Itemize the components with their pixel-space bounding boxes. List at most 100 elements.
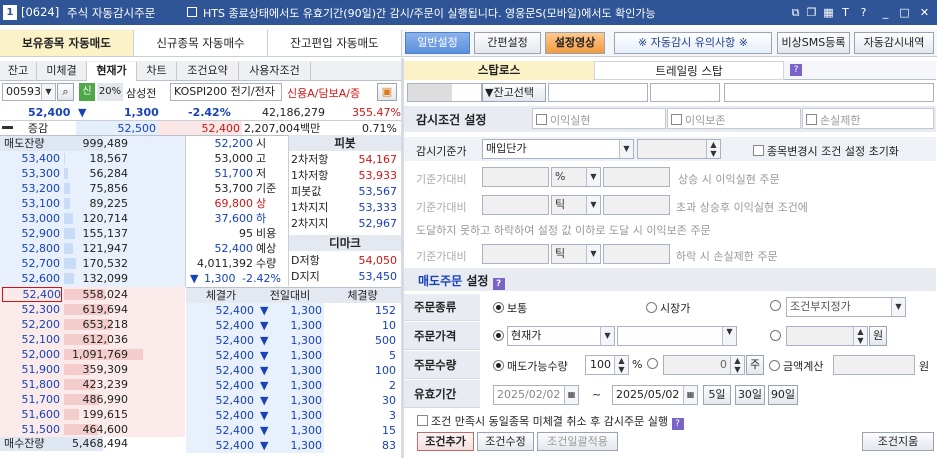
- pivot-label: 1차지지: [291, 201, 329, 214]
- order-price-sub-select[interactable]: ▼: [617, 326, 737, 346]
- r2-unit-select[interactable]: 틱 ▼: [551, 195, 601, 215]
- shares-button[interactable]: 주: [746, 355, 764, 375]
- order-price-select[interactable]: 현재가 ▼: [507, 326, 615, 346]
- delete-condition-button[interactable]: 조건지움: [862, 432, 934, 451]
- period-5d-button[interactable]: 5일: [703, 385, 731, 405]
- cancel-unfilled-checkbox[interactable]: 조건 만족시 동일종목 미체결 취소 후 감시주문 실행 ?: [417, 413, 684, 430]
- account-field-3[interactable]: [724, 83, 934, 102]
- tab-holding-auto-sell[interactable]: 보유종목 자동매도: [0, 30, 134, 56]
- subtab-user-condition[interactable]: 사용자조건: [239, 62, 311, 80]
- date-to-input[interactable]: 2025/05/02 ▦: [612, 385, 698, 405]
- r3-amount[interactable]: [603, 244, 670, 264]
- buy-total: 5,468,494: [72, 437, 128, 450]
- auto-watch-history-button[interactable]: 자동감시내역: [854, 32, 934, 54]
- credit-tag: 신: [79, 83, 95, 101]
- restore-icon[interactable]: ❐: [804, 5, 819, 20]
- info-value: 95: [239, 227, 253, 240]
- r2-amount[interactable]: [603, 195, 670, 215]
- subtab-balance[interactable]: 잔고: [0, 62, 37, 80]
- notice-square-icon: [187, 7, 197, 17]
- search-icon[interactable]: ⌕: [57, 83, 74, 101]
- order-help-icon[interactable]: ?: [492, 278, 505, 290]
- r2-value[interactable]: [482, 195, 549, 215]
- cancel-help-icon[interactable]: ?: [671, 418, 684, 430]
- subtab-condition-summary[interactable]: 조건요약: [177, 62, 239, 80]
- tab-new-auto-buy[interactable]: 신규종목 자동매수: [134, 30, 268, 56]
- qty-amount-radio[interactable]: 금액계산: [769, 358, 823, 374]
- stoploss-checkbox[interactable]: 손실제한: [802, 108, 934, 129]
- help-icon[interactable]: ?: [856, 5, 871, 20]
- tab-balance-auto-sell[interactable]: 잔고편입 자동매도: [268, 30, 402, 56]
- font-icon[interactable]: T: [838, 5, 853, 20]
- balance-select-button[interactable]: ▼잔고선택: [482, 83, 546, 102]
- subtab-unfilled[interactable]: 미체결: [37, 62, 87, 80]
- ask-qty: 155,137: [82, 227, 129, 240]
- stop-help-icon[interactable]: ?: [790, 64, 802, 76]
- qty-sellable-radio[interactable]: 매도가능수량: [493, 358, 568, 374]
- qty-shares-radio[interactable]: [647, 358, 661, 371]
- add-condition-button[interactable]: 조건추가: [417, 432, 474, 451]
- order-price-manual-input[interactable]: ▲ ▼: [786, 326, 868, 346]
- profit-checkbox[interactable]: 이익실현: [532, 108, 666, 129]
- close-icon[interactable]: ✕: [917, 5, 932, 20]
- batch-apply-button[interactable]: 조건일괄적용: [537, 432, 618, 451]
- trade-qty: 30: [382, 394, 396, 407]
- order-type-conditional-radio[interactable]: [770, 300, 784, 313]
- subtab-chart[interactable]: 차트: [137, 62, 177, 80]
- normal-settings-button[interactable]: 일반설정: [405, 32, 470, 54]
- account-field-2[interactable]: [650, 83, 720, 102]
- reset-checkbox[interactable]: 종목변경시 조건 설정 초기화: [753, 143, 899, 159]
- stock-code-input[interactable]: 005930 ▼: [2, 83, 56, 101]
- notice-text: HTS 종료상태에서도 유효기간(90일)간 감시/주문이 실행됩니다. 영웅문…: [203, 7, 656, 20]
- account-field-1[interactable]: [548, 83, 648, 102]
- settings-video-button[interactable]: 설정영상: [545, 32, 605, 54]
- order-type-market[interactable]: 시장가: [646, 300, 690, 316]
- caution-button[interactable]: ※ 자동감시 유의사항 ※: [614, 32, 772, 54]
- info-value: 52,400: [214, 242, 254, 255]
- simple-settings-button[interactable]: 간편설정: [474, 32, 541, 54]
- bid-qty: 199,615: [82, 408, 129, 421]
- base-price-spinner[interactable]: ▲ ▼: [637, 139, 721, 159]
- calendar-icon: ▦: [564, 386, 578, 404]
- r3-value[interactable]: [482, 244, 549, 264]
- won-button[interactable]: 원: [869, 326, 887, 346]
- account-number-input[interactable]: [407, 83, 482, 102]
- ask-qty: 56,284: [89, 167, 129, 180]
- tab-trailing-stop[interactable]: 트레일링 스탑: [594, 61, 784, 80]
- order-type-normal[interactable]: 보통: [493, 300, 527, 316]
- info-label: 수량: [256, 257, 277, 270]
- bid-price: 51,900: [21, 363, 61, 376]
- r3-unit-select[interactable]: 틱 ▼: [551, 244, 601, 264]
- r1-value[interactable]: [482, 167, 549, 187]
- period-30d-button[interactable]: 30일: [735, 385, 765, 405]
- trade-price: 52,400: [215, 409, 255, 422]
- pivot-value: 53,567: [358, 185, 398, 198]
- order-price-manual-radio[interactable]: [770, 330, 784, 343]
- r1-unit-select[interactable]: % ▼: [551, 167, 601, 187]
- pivot-label: 2차지지: [291, 217, 329, 230]
- modify-condition-button[interactable]: 조건수정: [477, 432, 534, 451]
- minimize-icon[interactable]: _: [878, 5, 893, 20]
- qty-amount-input[interactable]: [833, 355, 915, 375]
- qty-shares-input[interactable]: 0 ▲ ▼: [663, 355, 745, 375]
- emergency-sms-button[interactable]: 비상SMS등록: [777, 32, 850, 54]
- pane-divider[interactable]: [401, 58, 404, 458]
- link-icon[interactable]: ⧉: [788, 5, 803, 20]
- base-price-select[interactable]: 매입단가 ▼: [482, 139, 634, 159]
- memo-icon[interactable]: ▣: [377, 83, 397, 101]
- r1-amount[interactable]: [603, 167, 670, 187]
- grid-icon[interactable]: ▦: [821, 5, 836, 20]
- period-90d-button[interactable]: 90일: [768, 385, 798, 405]
- maximize-icon[interactable]: □: [897, 5, 912, 20]
- order-price-radio[interactable]: [493, 330, 507, 343]
- tab-stop-loss[interactable]: 스탑로스: [404, 61, 594, 80]
- demark-label: D저항: [291, 254, 320, 267]
- subtab-current-price[interactable]: 현재가: [87, 62, 137, 81]
- trade-qty: 2: [389, 379, 396, 392]
- date-from-input[interactable]: 2025/02/02 ▦: [493, 385, 579, 405]
- preserve-checkbox[interactable]: 이익보존: [667, 108, 801, 129]
- r1-label: 기준가대비: [416, 173, 467, 186]
- qty-percent-input[interactable]: 100 ▲ ▼: [585, 355, 629, 375]
- trade-change: 1,300: [290, 304, 323, 317]
- order-type-conditional-select[interactable]: 조건부지정가 ▼: [786, 297, 906, 317]
